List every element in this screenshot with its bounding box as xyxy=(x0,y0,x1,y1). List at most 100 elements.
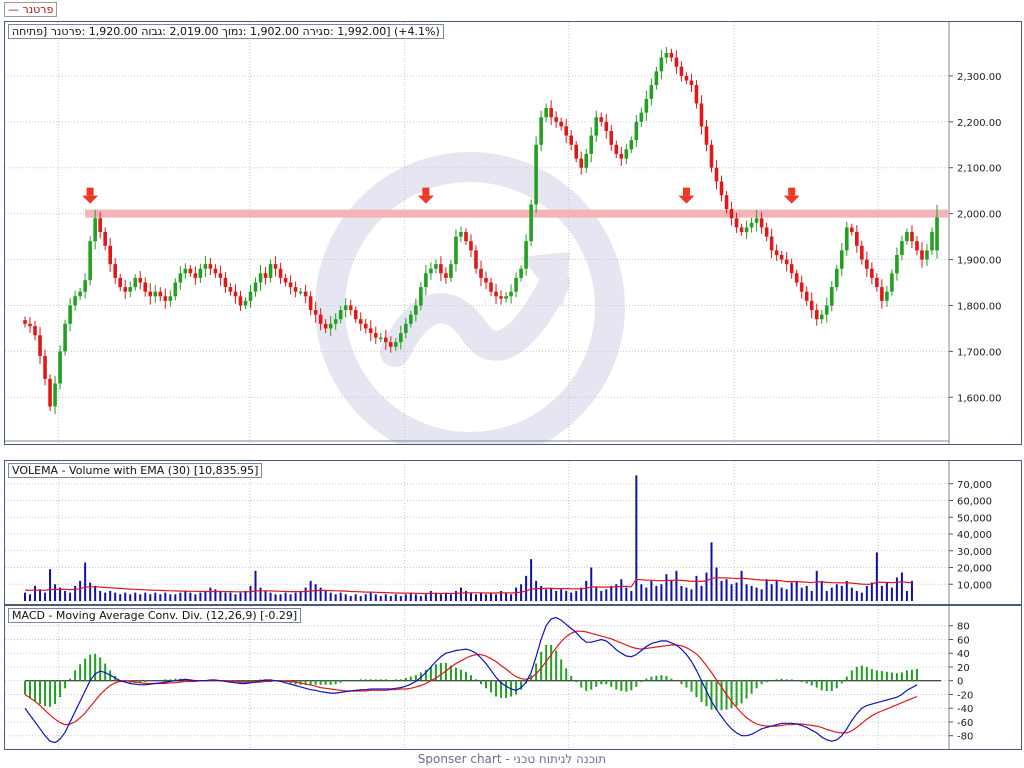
macd-histogram-bar xyxy=(640,680,643,683)
volume-bar xyxy=(284,592,287,601)
volume-bar xyxy=(645,587,648,601)
volume-bar xyxy=(620,579,623,601)
candle xyxy=(83,273,87,299)
macd-histogram-bar xyxy=(570,675,573,681)
candle xyxy=(248,284,253,308)
macd-histogram-bar xyxy=(790,679,793,681)
candle-body xyxy=(624,149,629,159)
candle xyxy=(303,284,308,304)
volume-bar xyxy=(760,589,763,601)
volume-bar xyxy=(820,580,823,601)
candle xyxy=(103,227,107,251)
macd-histogram-bar xyxy=(700,680,703,703)
price-y-tick-label: 1,700.00 xyxy=(957,347,1002,358)
candle xyxy=(804,286,809,306)
marker-stem xyxy=(682,187,690,196)
volume-bar xyxy=(515,587,518,601)
candle xyxy=(890,269,894,296)
volume-bar xyxy=(510,594,513,601)
volume-bar xyxy=(99,590,102,601)
macd-histogram-bar xyxy=(144,680,147,683)
macd-histogram-bar xyxy=(314,680,317,685)
volume-bar xyxy=(795,580,798,601)
candle-body xyxy=(419,287,423,306)
volume-bar xyxy=(234,594,237,601)
price-chart-plot[interactable]: 1,600.00 1,700.00 1,800.00 1,900.00 2,000.00… xyxy=(5,22,1021,444)
candle xyxy=(614,140,619,159)
candle xyxy=(53,375,57,415)
macd-histogram-bar xyxy=(650,676,653,681)
macd-histogram-bar xyxy=(490,680,493,693)
volume-bar xyxy=(625,587,628,601)
volume-bar xyxy=(505,592,508,601)
candle xyxy=(253,277,258,297)
candle xyxy=(544,103,548,122)
candle xyxy=(930,227,934,255)
macd-chart-plot[interactable]: -80 -60 -40 -20 0 20 40 60 80 xyxy=(5,606,1021,749)
candle-body xyxy=(824,305,829,315)
price-panel[interactable]: 1,600.00 1,700.00 1,800.00 1,900.00 2,000.00… xyxy=(4,21,1022,445)
volume-bar xyxy=(675,570,678,601)
candle-body xyxy=(749,222,754,228)
candle xyxy=(654,66,659,90)
candle-body xyxy=(544,108,548,118)
candle-body xyxy=(829,287,834,306)
volume-bar xyxy=(304,587,307,601)
volume-bar xyxy=(485,594,488,601)
volume-bar xyxy=(900,572,903,601)
candle-body xyxy=(368,328,373,333)
volume-bar xyxy=(139,594,142,601)
macd-histogram-bar xyxy=(745,680,748,699)
candle xyxy=(278,262,283,284)
macd-histogram-bar xyxy=(625,680,628,692)
candle-body xyxy=(394,342,398,347)
candle-body xyxy=(63,323,67,352)
macd-histogram-bar xyxy=(399,679,402,681)
macd-panel[interactable]: -80 -60 -40 -20 0 20 40 60 80 MACD - Moving Aver… xyxy=(4,605,1022,750)
candle xyxy=(273,256,278,277)
volume-bar xyxy=(159,594,162,601)
macd-histogram-bar xyxy=(409,676,412,681)
candle-body xyxy=(208,264,213,269)
volume-bar xyxy=(124,592,127,601)
volume-bar xyxy=(114,592,117,601)
volume-bar xyxy=(730,584,733,601)
volume-panel[interactable]: 10,000 20,000 30,000 40,000 50,000 60,000 70,0… xyxy=(4,460,1022,605)
macd-histogram-bar xyxy=(469,675,472,681)
candle-body xyxy=(88,241,92,281)
candle xyxy=(63,319,67,356)
candle-body xyxy=(168,296,173,301)
volume-bar xyxy=(54,584,57,601)
volume-bar xyxy=(469,592,472,601)
candle-body xyxy=(774,250,779,255)
macd-y-tick-label: -60 xyxy=(957,718,973,729)
candle-body xyxy=(604,121,609,131)
candle xyxy=(714,159,719,190)
volume-bar xyxy=(895,577,898,601)
macd-histogram-bar xyxy=(339,680,342,683)
marker-stem xyxy=(422,187,430,196)
candle-body xyxy=(128,287,133,292)
candle xyxy=(464,228,468,245)
volume-chart-plot[interactable]: 10,000 20,000 30,000 40,000 50,000 60,000 70,0… xyxy=(5,461,1021,604)
macd-histogram-bar xyxy=(660,675,663,681)
macd-histogram-bar xyxy=(855,666,858,681)
marker-head xyxy=(783,195,800,204)
candle xyxy=(198,263,203,283)
candle-body xyxy=(303,291,308,297)
volume-bar xyxy=(640,584,643,601)
candle-body xyxy=(519,268,523,278)
candle xyxy=(394,338,398,351)
macd-histogram-bar xyxy=(59,680,62,698)
macd-histogram-bar xyxy=(249,680,252,682)
volume-bar xyxy=(224,592,227,601)
volume-bar xyxy=(605,589,608,601)
candle xyxy=(223,271,228,294)
volume-bar xyxy=(249,585,252,601)
macd-histogram-bar xyxy=(169,679,172,681)
macd-histogram-bar xyxy=(495,680,498,697)
volume-bar xyxy=(174,594,177,601)
volume-bar xyxy=(279,594,282,601)
macd-histogram-bar xyxy=(900,672,903,681)
candle xyxy=(444,267,448,284)
